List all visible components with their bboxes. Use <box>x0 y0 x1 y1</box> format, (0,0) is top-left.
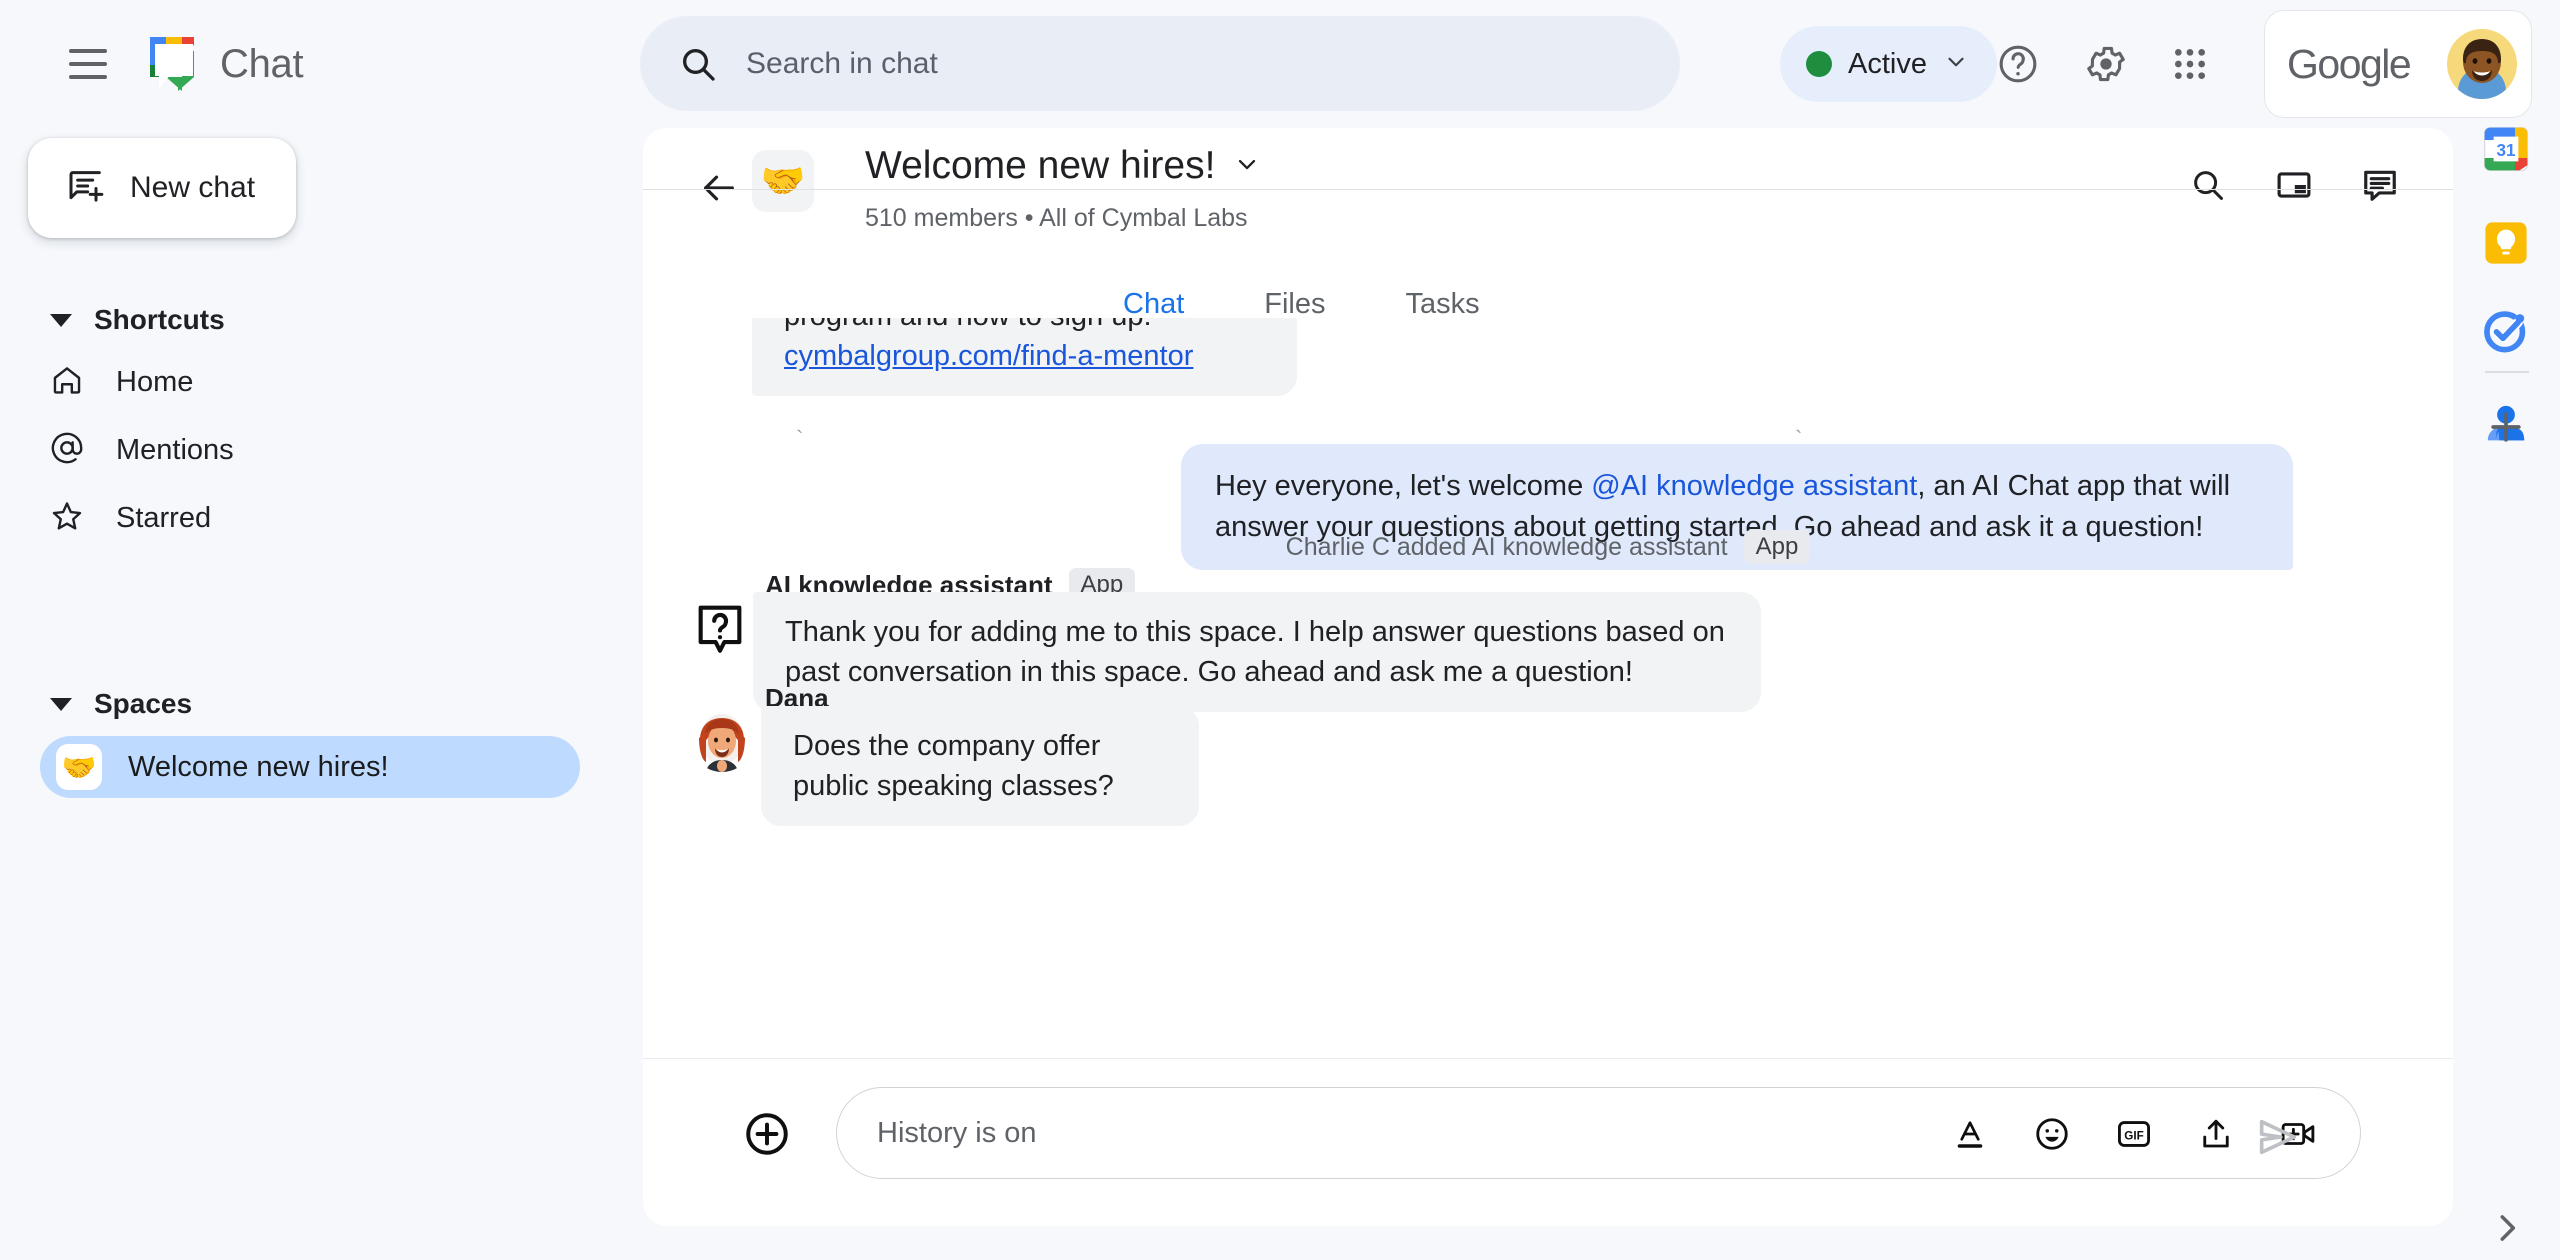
sidebar-item-starred[interactable]: Starred <box>28 486 568 550</box>
at-sign-icon <box>50 431 84 470</box>
svg-text:GIF: GIF <box>2124 1130 2144 1143</box>
status-label: Active <box>1848 47 1927 80</box>
new-chat-label: New chat <box>130 171 256 204</box>
message-bubble-assistant: Thank you for adding me to this space. I… <box>753 592 1761 713</box>
conversation-title-button[interactable]: Welcome new hires! <box>865 144 1261 188</box>
upload-icon[interactable] <box>2192 1110 2240 1158</box>
tabs-divider <box>643 189 2453 190</box>
space-label: Welcome new hires! <box>128 750 389 783</box>
chevron-down-icon <box>50 697 72 711</box>
hamburger-icon[interactable] <box>48 24 128 104</box>
sidebar-item-label: Starred <box>116 501 212 534</box>
conversation-header-actions <box>2179 156 2409 214</box>
message-composer: History is on GIF <box>643 1059 2453 1226</box>
question-mark-app-icon <box>691 600 749 658</box>
svg-text:31: 31 <box>2496 141 2516 160</box>
system-message: Charlie C added AI knowledge assistant A… <box>643 530 2453 564</box>
handshake-icon: 🤝 <box>56 744 102 790</box>
side-panel-rail: 31 <box>2453 126 2560 1260</box>
format-text-icon[interactable] <box>1946 1110 1994 1158</box>
add-circle-icon[interactable] <box>738 1105 796 1163</box>
search-input-placeholder: Search in chat <box>746 46 938 80</box>
google-chat-logo <box>146 35 202 93</box>
chevron-down-icon <box>1233 150 1261 183</box>
sidebar-item-label: Home <box>116 365 194 398</box>
message-text-before: Hey everyone, let's welcome <box>1215 470 1592 502</box>
sidebar-item-mentions[interactable]: Mentions <box>28 418 568 482</box>
gif-icon[interactable]: GIF <box>2110 1110 2158 1158</box>
search-icon <box>678 44 718 84</box>
mentor-link[interactable]: cymbalgroup.com/find-a-mentor <box>784 340 1193 372</box>
left-sidebar: New chat Shortcuts Home Mentions Starred <box>0 128 640 1260</box>
status-chip[interactable]: Active <box>1780 26 1997 102</box>
reaction-tick-left: ` <box>796 426 804 451</box>
spaces-title: Spaces <box>94 688 193 719</box>
conversation-subtitle: 510 members • All of Cymbal Labs <box>865 204 1248 232</box>
chevron-down-icon <box>1943 49 1969 80</box>
search-bar[interactable]: Search in chat <box>640 16 1680 111</box>
gear-icon[interactable] <box>2068 26 2144 102</box>
google-calendar-icon[interactable]: 31 <box>2479 122 2533 176</box>
google-wordmark: Google <box>2287 40 2412 87</box>
picture-in-picture-icon[interactable] <box>2265 156 2323 214</box>
account-switcher[interactable]: Google <box>2264 10 2532 118</box>
message-text: program and how to sign up: <box>784 318 1265 336</box>
home-icon <box>50 363 84 402</box>
shortcuts-title: Shortcuts <box>94 304 225 335</box>
new-chat-button[interactable]: New chat <box>28 138 296 238</box>
space-avatar: 🤝 <box>752 150 814 212</box>
google-tasks-icon[interactable] <box>2479 304 2533 358</box>
plus-icon[interactable] <box>2479 400 2533 454</box>
send-icon[interactable] <box>2251 1111 2303 1163</box>
message-input[interactable]: History is on GIF <box>836 1087 2361 1179</box>
sidebar-item-label: Mentions <box>116 433 234 466</box>
page-title: Welcome new hires! <box>865 144 1216 187</box>
sidebar-item-welcome-new-hires[interactable]: 🤝 Welcome new hires! <box>40 736 580 798</box>
message-bubble-mentor-link: program and how to sign up: cymbalgroup.… <box>752 318 1297 397</box>
star-icon <box>50 499 84 538</box>
status-dot <box>1806 51 1832 77</box>
spaces-group-header[interactable]: Spaces <box>28 676 192 732</box>
shortcuts-group-header[interactable]: Shortcuts <box>28 292 225 348</box>
chevron-down-icon <box>50 313 72 327</box>
help-circle-icon[interactable] <box>1980 26 2056 102</box>
app-badge: App <box>1743 530 1811 564</box>
brand: Chat <box>146 35 304 93</box>
system-message-text: Charlie C added AI knowledge assistant <box>1285 532 1728 561</box>
new-chat-icon <box>66 166 106 211</box>
apps-grid-icon[interactable] <box>2152 26 2228 102</box>
conversation-panel: 🤝 Welcome new hires! 510 members • All o… <box>643 128 2453 1226</box>
emoji-icon[interactable] <box>2028 1110 2076 1158</box>
chevron-right-icon[interactable] <box>2483 1204 2531 1252</box>
sidebar-item-home[interactable]: Home <box>28 350 568 414</box>
message-input-placeholder: History is on <box>877 1116 1037 1149</box>
google-keep-icon[interactable] <box>2479 216 2533 270</box>
search-icon[interactable] <box>2179 156 2237 214</box>
dana-avatar <box>691 710 753 772</box>
back-arrow-icon[interactable] <box>691 160 747 216</box>
chat-bubble-icon[interactable] <box>2351 156 2409 214</box>
mention-chip[interactable]: @AI knowledge assistant <box>1591 470 1917 502</box>
top-app-bar: Chat Search in chat Active Google <box>0 0 2560 128</box>
brand-name: Chat <box>220 41 304 86</box>
avatar <box>2447 29 2517 99</box>
conversation-header: 🤝 Welcome new hires! 510 members • All o… <box>643 128 2453 338</box>
message-bubble-dana: Does the company offer public speaking c… <box>761 706 1199 827</box>
rail-divider <box>2485 371 2529 373</box>
message-list: program and how to sign up: cymbalgroup.… <box>643 318 2453 1059</box>
